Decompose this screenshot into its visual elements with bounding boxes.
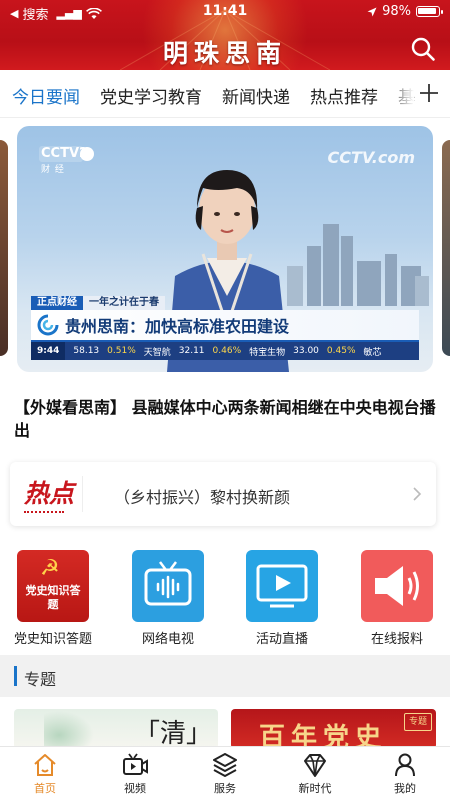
news-caption: 贵州思南：加快高标准农田建设 <box>65 317 290 336</box>
channel-watermark: CCTV.com <box>327 148 415 167</box>
user-icon <box>395 753 415 777</box>
carousel-next-peek[interactable] <box>442 140 450 356</box>
tabbar-video[interactable]: 视频 <box>90 751 180 796</box>
tabbar-label: 首页 <box>34 782 56 795</box>
layers-icon <box>213 753 237 777</box>
tabbar-label: 视频 <box>124 782 146 795</box>
tabbar-home[interactable]: 首页 <box>0 751 90 796</box>
divider <box>82 476 83 512</box>
section-accent-bar <box>14 666 17 686</box>
program-slogan: 一年之计在于春 <box>83 296 165 310</box>
news-lower-third: 正点财经 一年之计在于春 贵州思南：加快高标准农田建设 9:44 58.13 0… <box>31 296 419 360</box>
quick-link-label: 党史知识答题 <box>13 632 92 647</box>
tabbar-label: 我的 <box>394 782 416 795</box>
ticker-item: 33.00 <box>293 346 319 356</box>
tabbar-services[interactable]: 服务 <box>180 751 270 796</box>
section-title: 专题 <box>24 670 57 689</box>
megaphone-icon <box>361 550 433 622</box>
quick-link-live[interactable]: 活动直播 <box>237 550 327 647</box>
cctv-swirl-icon <box>37 314 59 336</box>
add-tab-icon[interactable] <box>416 80 442 106</box>
quick-link-report[interactable]: 在线报料 <box>352 550 442 647</box>
category-tabs: 今日要闻 党史学习教育 新闻快递 热点推荐 基 <box>0 70 450 118</box>
channel-sub: 财 经 <box>41 165 65 175</box>
chevron-right-icon <box>413 487 422 501</box>
app-header: ◀ 搜索 ▂▄▆ 11:41 98% 明珠思南 <box>0 0 450 70</box>
tv-icon <box>132 550 204 622</box>
channel-name: CCTV2 <box>41 146 89 161</box>
news-carousel-slide[interactable]: CCTV2 财 经 CCTV.com 正点财经 一年之计在于春 贵州思南：加快高… <box>17 126 433 372</box>
hot-topic-text: （乡村振兴）黎村换新颜 <box>114 488 291 507</box>
featured-headline[interactable]: 【外媒看思南】 县融媒体中心两条新闻相继在中央电视台播出 <box>14 396 440 442</box>
battery-icon <box>416 6 443 17</box>
stock-ticker: 9:44 58.13 0.51% 天智航 32.11 0.46% 特宝生物 33… <box>31 342 419 360</box>
diamond-icon <box>304 754 326 777</box>
quick-link-party-quiz[interactable]: ☭ 党史知识答题 党史知识答题 <box>8 550 98 647</box>
quick-link-label: 在线报料 <box>370 632 423 647</box>
tab-news-express[interactable]: 新闻快递 <box>222 83 290 108</box>
video-icon <box>123 753 148 775</box>
party-quiz-icon: ☭ 党史知识答题 <box>17 550 89 622</box>
ticker-item: 敏芯 <box>363 347 382 358</box>
bottom-tab-bar: 首页 视频 服务 新时代 我的 <box>0 746 450 800</box>
ticker-item: 32.11 <box>178 346 205 356</box>
topic-card-text: 「清」 <box>134 719 213 749</box>
tab-party-history[interactable]: 党史学习教育 <box>100 83 202 108</box>
party-quiz-badge-text: 党史知识答题 <box>25 584 81 611</box>
search-icon[interactable] <box>410 36 436 62</box>
ticker-item: 0.45% <box>326 346 356 356</box>
ticker-item: 58.13 <box>73 346 100 356</box>
program-tag: 正点财经 <box>31 296 83 310</box>
topic-card-text: 百年党史 <box>259 723 388 749</box>
hot-logo-text: 热点 <box>24 479 75 508</box>
ticker-item: 特宝生物 <box>249 347 286 358</box>
ticker-item: 0.51% <box>107 346 136 356</box>
ticker-item: 天智航 <box>143 347 171 358</box>
ticker-item: 0.46% <box>212 346 242 356</box>
status-bar: ◀ 搜索 ▂▄▆ 11:41 98% <box>0 0 450 23</box>
location-arrow-icon <box>367 7 377 16</box>
tabbar-label: 新时代 <box>298 782 332 795</box>
topic-card[interactable]: 「清」 <box>14 709 218 749</box>
quick-link-label: 网络电视 <box>141 632 194 647</box>
quick-link-label: 活动直播 <box>255 632 308 647</box>
quick-link-web-tv[interactable]: 网络电视 <box>123 550 213 647</box>
topic-card[interactable]: 百年党史 专题 <box>231 709 436 749</box>
battery-percent: 98% <box>382 4 411 19</box>
tabbar-new-era[interactable]: 新时代 <box>270 751 360 796</box>
live-play-icon <box>246 550 318 622</box>
quick-links: ☭ 党史知识答题 党史知识答题 网络电视 活动直播 在线报料 <box>0 550 450 650</box>
tabbar-label: 服务 <box>214 782 236 795</box>
hot-topic-card[interactable]: 热点 （乡村振兴）黎村换新颜 <box>10 462 436 526</box>
hot-logo: 热点 <box>24 474 75 513</box>
app-title: 明珠思南 <box>162 39 287 68</box>
home-icon <box>34 754 56 776</box>
tabbar-mine[interactable]: 我的 <box>360 751 450 796</box>
tabs-fade <box>384 70 414 117</box>
ticker-clock: 9:44 <box>31 342 66 360</box>
tab-hot-picks[interactable]: 热点推荐 <box>310 83 378 108</box>
carousel-prev-peek[interactable] <box>0 140 8 356</box>
topic-stamp: 专题 <box>404 713 432 731</box>
topic-leaves-art <box>44 711 94 749</box>
section-header: 专题 <box>0 655 450 697</box>
tab-today-news[interactable]: 今日要闻 <box>12 83 80 108</box>
channel-logo: CCTV2 财 经 <box>41 146 88 175</box>
